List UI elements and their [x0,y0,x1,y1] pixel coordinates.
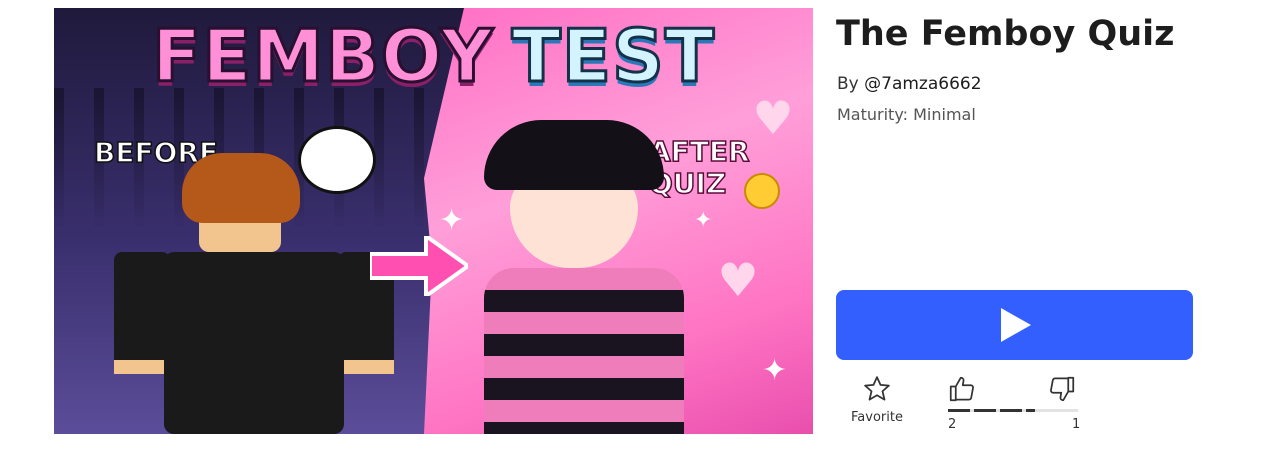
game-thumbnail: FEMBOY TEST BEFORE AFTER QUIZ ♥ ♥ ✦ ✦ ✦ [54,8,813,434]
dislike-button[interactable] [1046,374,1082,406]
avatar-left-hand [114,360,170,374]
thumbnail-title: FEMBOY TEST [54,13,813,100]
character-hair [484,120,664,260]
creator-row: By @7amza6662 [837,74,982,94]
favorite-label: Favorite [851,410,903,425]
heart-icon: ♥ [752,91,794,145]
thumbs-up-icon [949,376,974,402]
sparkle-icon: ✦ [762,353,788,388]
game-title: The Femboy Quiz [836,14,1175,54]
thumbnail-title-word1: FEMBOY [151,13,495,100]
creator-by-label: By [837,74,859,94]
creator-link[interactable]: @7amza6662 [864,74,981,94]
vote-ratio-fill [948,409,1035,412]
right-arrow-icon [370,236,468,296]
play-icon [1001,308,1031,342]
avatar-hoodie [164,252,344,434]
maturity-rating: Maturity: Minimal [837,105,976,124]
heart-icon: ♥ [717,253,759,307]
thumbs-down-icon [1050,376,1075,402]
scribble-thought-icon [298,126,376,194]
like-count: 2 [948,417,957,432]
thumbnail-label-after-line2: QUIZ [648,167,727,201]
avatar-hair [182,153,300,223]
thumbnail-label-after-line1: AFTER [648,135,750,169]
smirk-emoji-icon [744,173,780,209]
vote-ratio-bar [948,409,1078,412]
favorite-button[interactable]: Favorite [846,374,908,434]
sparkle-icon: ✦ [439,203,465,238]
play-button[interactable] [836,290,1193,360]
thumbnail-label-after: AFTER QUIZ [648,135,750,201]
avatar-left-arm [114,252,170,370]
sparkle-icon: ✦ [694,208,713,233]
dislike-count: 1 [1072,417,1081,432]
like-button[interactable] [946,374,982,406]
star-icon [864,376,890,401]
avatar-right-hand [338,360,394,374]
character-striped-top [484,268,684,434]
thumbnail-title-word2: TEST [510,13,715,100]
